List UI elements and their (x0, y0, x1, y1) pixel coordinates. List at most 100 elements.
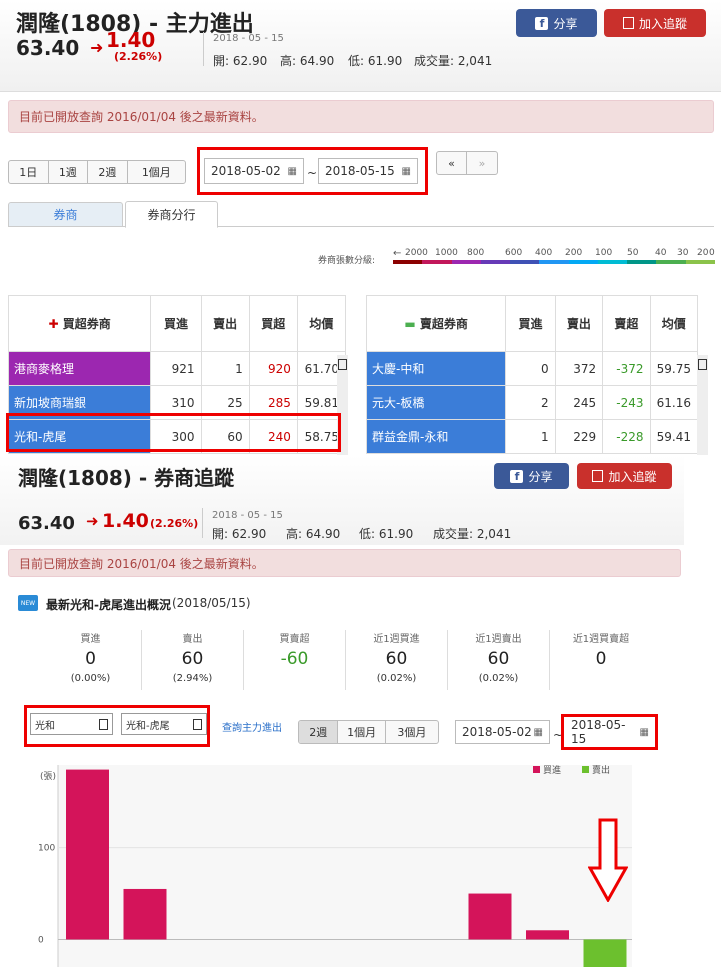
period-1m[interactable]: 1個月 (128, 161, 185, 183)
share-button[interactable]: f 分享 (516, 9, 597, 37)
buy-header-buy: 買進 (150, 295, 202, 352)
legend-color-bar (393, 260, 715, 264)
new-badge-icon: NEW (18, 595, 38, 611)
buy-header-broker: ✚ 買超券商 (7, 295, 152, 352)
table-row[interactable]: 元大-板橋 2 245 -243 61.16 (365, 385, 699, 420)
buy-header-label: 買超券商 (62, 317, 111, 331)
period-2w[interactable]: 2週 (88, 161, 128, 183)
tab-bar-line (8, 226, 714, 227)
facebook-icon: f (510, 469, 524, 483)
date-to-input[interactable]: 2018-05-15 ▦ (318, 158, 418, 184)
legend-color-swatch (656, 260, 686, 264)
calendar-icon: ▦ (401, 165, 411, 177)
period-3m[interactable]: 3個月 (386, 721, 438, 743)
net-count: -372 (602, 351, 651, 386)
legend-label-sell: 賣出 (592, 764, 610, 776)
legend-tick: 40 (655, 248, 667, 258)
tracking-share-button[interactable]: f 分享 (494, 463, 569, 489)
table-row[interactable]: 群益金鼎-永和 1 229 -228 59.41 (365, 419, 699, 454)
broker-select[interactable]: 光和 (30, 713, 113, 735)
dropdown-icon (99, 718, 108, 730)
stat-value: -60 (280, 649, 309, 669)
legend-tick: 600 (505, 248, 523, 258)
tab-broker[interactable]: 券商 (8, 202, 123, 226)
legend-tick: 30 (677, 248, 689, 258)
legend-tick: 50 (627, 248, 639, 258)
dropdown-icon (193, 718, 202, 730)
tracking-add-button[interactable]: 加入追蹤 (577, 463, 672, 489)
tracking-price: 63.40 (18, 513, 75, 534)
period-selector: 1日 1週 2週 1個月 (8, 160, 186, 184)
stat-cell: 近1週買賣超 0 (550, 630, 652, 690)
legend-title: 券商張數分級: (318, 256, 376, 266)
table-row[interactable]: 大慶-中和 0 372 -372 59.75 (365, 351, 699, 386)
net-count: -243 (602, 385, 651, 420)
notice-banner: 目前已開放查詢 2016/01/04 後之最新資料。 (8, 100, 714, 133)
prev-button[interactable]: « (437, 152, 468, 174)
stat-label: 近1週買賣超 (572, 634, 630, 645)
period-2w[interactable]: 2週 (299, 721, 339, 743)
chart-bar (66, 769, 109, 940)
calendar-icon: ▦ (287, 165, 297, 177)
stat-pct: (0.00%) (70, 673, 111, 684)
facebook-icon: f (535, 16, 549, 30)
stat-label: 買進 (80, 634, 101, 645)
sell-count: 245 (554, 385, 604, 420)
section-date: (2018/05/15) (172, 596, 251, 610)
sell-table-scrollbar[interactable] (697, 355, 708, 455)
tab-branch[interactable]: 券商分行 (125, 201, 218, 228)
calendar-icon: ▦ (533, 726, 543, 738)
tracking-change: 1.40 (102, 510, 149, 532)
legend-color-swatch (451, 260, 481, 264)
tracking-high: 高: 64.90 (286, 527, 341, 541)
legend-color-swatch (597, 260, 628, 264)
stat-pct: (0.02%) (478, 673, 519, 684)
broker-name[interactable]: 元大-板橋 (365, 385, 507, 420)
period-1w[interactable]: 1週 (49, 161, 89, 183)
date-from-input[interactable]: 2018-05-02 ▦ (204, 158, 304, 184)
sell-header-broker: ▬ 賣超券商 (365, 295, 507, 352)
buy-header-net: 買超 (248, 295, 298, 352)
date-separator: ~ (307, 166, 318, 180)
chart-bar (526, 930, 569, 940)
date-from-value: 2018-05-02 (462, 725, 532, 739)
sell-table: ▬ 賣超券商 買進 賣出 賣超 均價 大慶-中和 0 372 -372 59.75 元大-… (365, 295, 699, 454)
stat-cell: 買賣超 -60 (244, 630, 346, 690)
price-change: 1.40 (106, 28, 156, 52)
sell-header-sell: 賣出 (554, 295, 604, 352)
legend-tick: 1000 (435, 248, 458, 258)
tracking-low: 低: 61.90 (359, 527, 414, 541)
legend-color-swatch (539, 260, 569, 264)
buy-count: 0 (505, 351, 556, 386)
period-1m[interactable]: 1個月 (338, 721, 386, 743)
period-1d[interactable]: 1日 (9, 161, 49, 183)
legend-arrow-icon: ← (393, 248, 402, 259)
broker-name[interactable]: 群益金鼎-永和 (365, 419, 507, 454)
tracking-open: 開: 62.90 (212, 527, 267, 541)
stat-label: 賣出 (182, 634, 203, 645)
broker-name[interactable]: 大慶-中和 (365, 351, 507, 386)
legend-swatch-sell (582, 766, 589, 773)
add-track-button[interactable]: 加入追蹤 (604, 9, 706, 37)
next-button[interactable]: » (467, 152, 497, 174)
branch-select[interactable]: 光和-虎尾 (121, 713, 207, 735)
table-row[interactable]: 港商麥格理 921 1 920 61.70 (7, 351, 347, 386)
y-tick-label: 100 (38, 844, 55, 854)
stat-value: 0 (595, 649, 607, 669)
tracking-date-to[interactable]: 2018-05-15 ▦ (565, 718, 655, 746)
buy-header-avg: 均價 (296, 295, 347, 352)
tracking-date-from[interactable]: 2018-05-02 ▦ (455, 720, 550, 744)
tracking-date: 2018 - 05 - 15 (212, 510, 283, 521)
sell-count: 229 (554, 419, 604, 454)
legend-swatch-buy (533, 766, 540, 773)
legend-tick: 400 (535, 248, 553, 258)
stat-cell: 近1週賣出 60 (0.02%) (448, 630, 550, 690)
low-price: 低: 61.90 (348, 54, 403, 68)
calendar-icon: ▦ (639, 726, 649, 738)
stat-pct: (0.02%) (376, 673, 417, 684)
broker-name[interactable]: 港商麥格理 (7, 351, 152, 386)
down-arrow-annotation (588, 818, 628, 902)
buy-header-sell: 賣出 (200, 295, 250, 352)
query-link[interactable]: 查詢主力進出 (222, 719, 282, 734)
legend-tick: 20 (697, 248, 709, 258)
